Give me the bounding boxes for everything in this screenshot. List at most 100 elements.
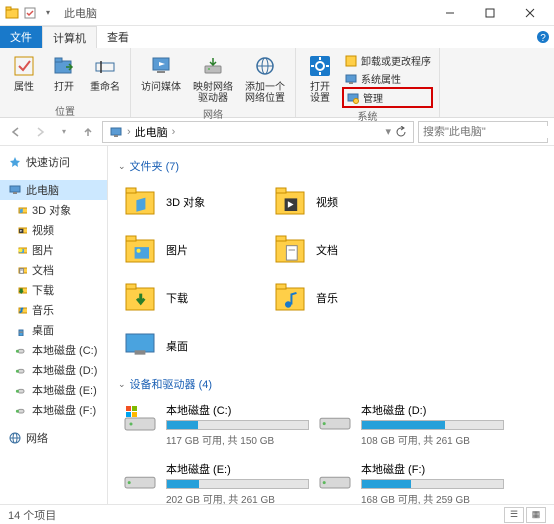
folders-group-header[interactable]: ⌄ 文件夹 (7)	[118, 158, 544, 174]
cube-icon	[14, 203, 28, 217]
nav-item[interactable]: 桌面	[0, 320, 107, 340]
drive-item[interactable]: 本地磁盘 (E:) 202 GB 可用, 共 261 GB	[118, 457, 313, 504]
folder-item[interactable]: 下载	[118, 276, 268, 320]
nav-item[interactable]: 本地磁盘 (C:)	[0, 340, 107, 360]
downloads-icon	[14, 283, 28, 297]
drive-item[interactable]: 本地磁盘 (D:) 108 GB 可用, 共 261 GB	[313, 398, 508, 451]
documents-icon	[272, 232, 308, 268]
manage-button[interactable]: 管理	[342, 87, 433, 108]
folder-item[interactable]: 图片	[118, 228, 268, 272]
nav-item[interactable]: 下载	[0, 280, 107, 300]
nav-this-pc[interactable]: 此电脑	[0, 180, 107, 200]
system-properties-button[interactable]: 系统属性	[342, 70, 433, 87]
settings-icon	[306, 52, 334, 80]
music-icon	[272, 280, 308, 316]
folder-item[interactable]: 3D 对象	[118, 180, 268, 224]
help-icon[interactable]: ?	[532, 26, 554, 48]
close-button[interactable]	[510, 0, 550, 26]
downloads-icon	[122, 280, 158, 316]
sysprops-icon	[344, 72, 358, 86]
music-icon	[14, 303, 28, 317]
drive-item[interactable]: 本地磁盘 (F:) 168 GB 可用, 共 259 GB	[313, 457, 508, 504]
nav-item[interactable]: 3D 对象	[0, 200, 107, 220]
desktop-icon	[14, 323, 28, 337]
ribbon-tabs: 文件 计算机 查看 ?	[0, 26, 554, 48]
breadcrumb-this-pc[interactable]: 此电脑	[135, 124, 168, 140]
drive-icon	[122, 402, 158, 438]
drive-item[interactable]: 本地磁盘 (C:) 117 GB 可用, 共 150 GB	[118, 398, 313, 451]
nav-quick-access[interactable]: 快速访问	[0, 152, 107, 172]
forward-button[interactable]	[30, 122, 50, 142]
ribbon-group-network: 访问媒体 映射网络 驱动器 添加一个 网络位置 网络	[131, 48, 296, 117]
qat-dropdown-icon[interactable]: ▾	[40, 5, 56, 21]
drive-usage-bar	[361, 479, 504, 489]
documents-icon	[14, 263, 28, 277]
nav-item[interactable]: 本地磁盘 (D:)	[0, 360, 107, 380]
item-count: 14 个项目	[8, 507, 56, 523]
properties-icon	[10, 52, 38, 80]
folder-item[interactable]: 音乐	[268, 276, 418, 320]
map-drive-button[interactable]: 映射网络 驱动器	[189, 50, 237, 106]
video-icon	[14, 223, 28, 237]
nav-item[interactable]: 本地磁盘 (F:)	[0, 400, 107, 420]
properties-button[interactable]: 属性	[6, 50, 42, 103]
ribbon: 属性 打开 重命名 位置 访问媒体	[0, 48, 554, 118]
content-area: ⌄ 文件夹 (7) 3D 对象视频图片文档下载音乐桌面 ⌄ 设备和驱动器 (4)…	[108, 146, 554, 504]
star-icon	[8, 155, 22, 169]
search-box[interactable]	[418, 121, 548, 143]
uninstall-icon	[344, 54, 358, 68]
chevron-down-icon: ⌄	[118, 161, 126, 172]
access-media-button[interactable]: 访问媒体	[137, 50, 185, 106]
rename-button[interactable]: 重命名	[86, 50, 124, 103]
nav-item[interactable]: 文档	[0, 260, 107, 280]
add-network-button[interactable]: 添加一个 网络位置	[241, 50, 289, 106]
explorer-icon	[4, 5, 20, 21]
address-path[interactable]: › 此电脑 › ▾	[102, 121, 414, 143]
nav-item[interactable]: 视频	[0, 220, 107, 240]
desktop-icon	[122, 328, 158, 364]
drive-icon	[14, 383, 28, 397]
search-input[interactable]	[423, 126, 554, 138]
nav-network[interactable]: 网络	[0, 428, 107, 448]
back-button[interactable]	[6, 122, 26, 142]
drive-usage-bar	[166, 479, 309, 489]
open-icon	[50, 52, 78, 80]
ribbon-group-location: 属性 打开 重命名 位置	[0, 48, 131, 117]
ribbon-group-system: 打开 设置 卸载或更改程序 系统属性 管理 系统	[296, 48, 440, 117]
uninstall-button[interactable]: 卸载或更改程序	[342, 52, 433, 69]
navigation-pane: 快速访问 此电脑 3D 对象视频图片文档下载音乐桌面本地磁盘 (C:)本地磁盘 …	[0, 146, 108, 504]
video-icon	[272, 184, 308, 220]
up-button[interactable]	[78, 122, 98, 142]
drive-icon	[317, 461, 353, 497]
tab-file[interactable]: 文件	[0, 26, 42, 48]
drive-icon	[14, 343, 28, 357]
manage-icon	[346, 91, 360, 105]
tiles-view-button[interactable]: ▦	[526, 507, 546, 523]
tab-computer[interactable]: 计算机	[42, 26, 97, 48]
folder-item[interactable]: 文档	[268, 228, 418, 272]
drives-group-header[interactable]: ⌄ 设备和驱动器 (4)	[118, 376, 544, 392]
qat-item[interactable]	[22, 5, 38, 21]
chevron-down-icon: ⌄	[118, 379, 126, 390]
window-title: 此电脑	[64, 5, 97, 21]
refresh-icon[interactable]	[395, 126, 407, 138]
tab-view[interactable]: 查看	[97, 26, 139, 48]
map-drive-icon	[199, 52, 227, 80]
drive-icon	[14, 363, 28, 377]
drive-usage-bar	[166, 420, 309, 430]
nav-item[interactable]: 本地磁盘 (E:)	[0, 380, 107, 400]
nav-item[interactable]: 音乐	[0, 300, 107, 320]
titlebar: ▾ 此电脑	[0, 0, 554, 26]
recent-dropdown[interactable]: ▾	[54, 122, 74, 142]
details-view-button[interactable]: ☰	[504, 507, 524, 523]
quick-access-toolbar: ▾	[4, 5, 56, 21]
svg-text:?: ?	[540, 33, 546, 44]
drive-icon	[14, 403, 28, 417]
folder-item[interactable]: 桌面	[118, 324, 268, 368]
nav-item[interactable]: 图片	[0, 240, 107, 260]
open-button[interactable]: 打开	[46, 50, 82, 103]
maximize-button[interactable]	[470, 0, 510, 26]
minimize-button[interactable]	[430, 0, 470, 26]
folder-item[interactable]: 视频	[268, 180, 418, 224]
open-settings-button[interactable]: 打开 设置	[302, 50, 338, 108]
